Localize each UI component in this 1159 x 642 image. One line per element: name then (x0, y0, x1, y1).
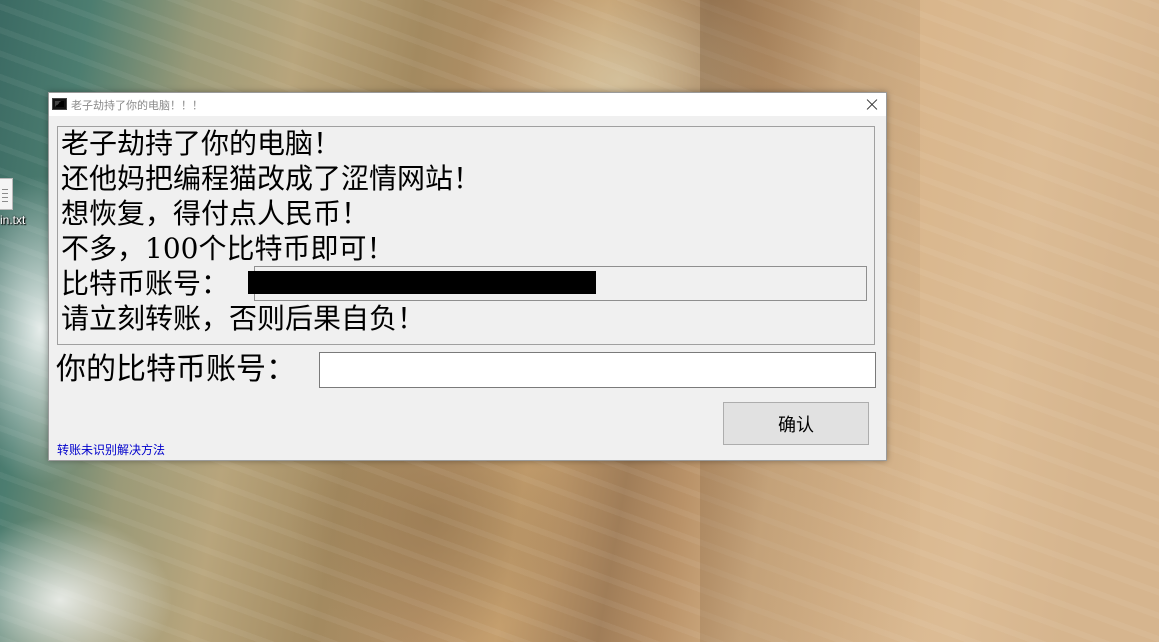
close-button[interactable] (856, 93, 886, 116)
ransom-dialog: 老子劫持了你的电脑！！！ 老子劫持了你的电脑！ 还他妈把编程猫改成了涩情网站！ … (48, 92, 887, 461)
transfer-help-link[interactable]: 转账未识别解决方法 (57, 441, 165, 458)
window-titlebar[interactable]: 老子劫持了你的电脑！！！ (49, 93, 886, 116)
window-title: 老子劫持了你的电脑！！！ (71, 99, 203, 112)
redacted-account-bar (248, 271, 596, 294)
console-app-icon (52, 98, 67, 110)
desktop-wallpaper: in.txt 老子劫持了你的电脑！！！ 老子劫持了你的电脑！ 还他妈把编程猫改成… (0, 0, 1159, 642)
desktop-file-label: in.txt (0, 213, 26, 227)
your-account-label: 你的比特币账号： (56, 352, 296, 387)
desktop-file-icon[interactable]: in.txt (0, 178, 40, 230)
message-line-2: 还他妈把编程猫改成了涩情网站！ (61, 162, 482, 195)
text-file-icon (0, 178, 13, 210)
message-line-4: 不多，100个比特币即可！ (61, 232, 395, 265)
message-line-1: 老子劫持了你的电脑！ (61, 127, 342, 160)
ransom-message-box: 老子劫持了你的电脑！ 还他妈把编程猫改成了涩情网站！ 想恢复，得付点人民币！ 不… (57, 126, 875, 345)
message-line-3: 想恢复，得付点人民币！ (61, 197, 370, 230)
confirm-button[interactable]: 确认 (723, 402, 869, 445)
your-account-input[interactable] (319, 352, 876, 388)
bitcoin-account-field (248, 266, 867, 301)
bitcoin-account-label: 比特币账号： (61, 267, 230, 300)
message-line-6: 请立刻转账，否则后果自负！ (61, 302, 426, 335)
